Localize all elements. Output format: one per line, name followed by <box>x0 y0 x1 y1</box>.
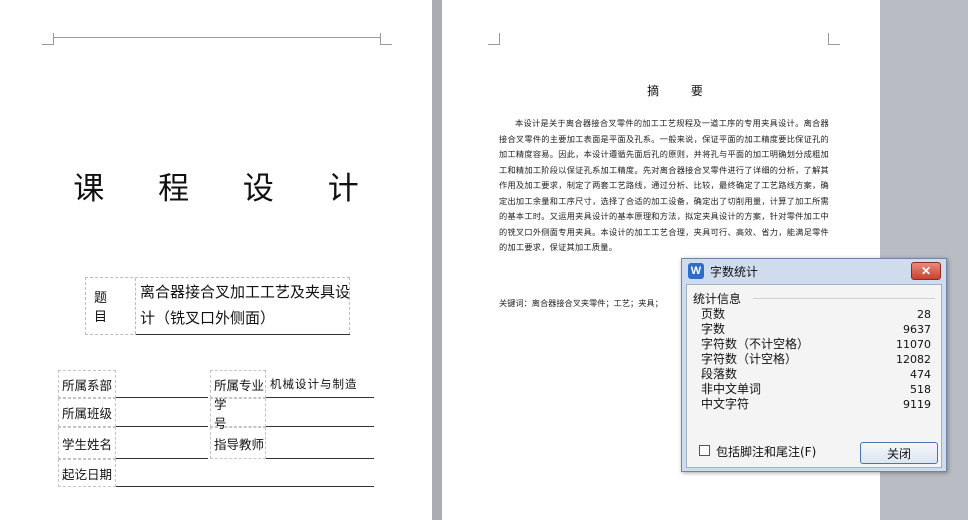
stat-row-chars-no-space: 字符数（不计空格） 11070 <box>701 337 931 352</box>
word-count-dialog: W 字数统计 ✕ 统计信息 页数 28 字数 9637 字符数（不计空格） 11… <box>681 258 947 472</box>
date-label: 起讫日期 <box>58 459 116 487</box>
stat-value: 12082 <box>896 353 931 366</box>
major-value: 机械设计与制造 <box>266 370 374 398</box>
dialog-body: 统计信息 页数 28 字数 9637 字符数（不计空格） 11070 字符数（计… <box>686 284 942 468</box>
close-button[interactable]: 关闭 <box>860 442 938 464</box>
include-footnotes-label[interactable]: 包括脚注和尾注(F) <box>716 443 816 460</box>
dialog-titlebar[interactable]: W 字数统计 ✕ <box>682 259 946 283</box>
stat-value: 518 <box>910 383 931 396</box>
name-label: 学生姓名 <box>58 427 116 459</box>
stat-name: 字符数（不计空格） <box>701 337 810 351</box>
stat-name: 字数 <box>701 322 726 336</box>
crop-mark-top-left <box>488 33 500 45</box>
abstract-title: 摘 要 <box>647 84 717 98</box>
include-footnotes-checkbox[interactable] <box>699 445 710 456</box>
stat-value: 474 <box>910 368 931 381</box>
page-gap <box>432 0 442 520</box>
abstract-body: 本设计是关于离合器接合叉零件的加工工艺规程及一道工序的专用夹具设计。离合器接合叉… <box>499 118 829 252</box>
topic-table: 题 目 离合器接合叉加工工艺及夹具设计（铣叉口外侧面） <box>85 277 350 335</box>
group-divider <box>753 298 935 299</box>
name-value <box>116 427 208 459</box>
stat-row-chars-with-space: 字符数（计空格） 12082 <box>701 352 931 367</box>
date-value <box>116 459 374 487</box>
stat-name: 页数 <box>701 307 726 321</box>
dept-value <box>116 370 208 398</box>
stat-row-chinese-chars: 中文字符 9119 <box>701 397 931 412</box>
advisor-value <box>266 427 374 459</box>
stat-name: 字符数（计空格） <box>701 352 798 366</box>
class-label: 所属班级 <box>58 398 116 427</box>
stat-row-non-chinese-words: 非中文单词 518 <box>701 382 931 397</box>
stat-row-paragraphs: 段落数 474 <box>701 367 931 382</box>
stat-value: 9637 <box>903 323 931 336</box>
cover-title: 课 程 设 计 <box>73 171 381 207</box>
stat-value: 11070 <box>896 338 931 351</box>
header-line <box>54 37 381 38</box>
stat-row-pages: 页数 28 <box>701 307 931 322</box>
stat-value: 9119 <box>903 398 931 411</box>
topic-label: 题 目 <box>86 278 136 334</box>
dept-label: 所属系部 <box>58 370 116 398</box>
document-page-cover[interactable]: 课 程 设 计 题 目 离合器接合叉加工工艺及夹具设计（铣叉口外侧面） 所属系部… <box>0 0 432 520</box>
topic-value: 离合器接合叉加工工艺及夹具设计（铣叉口外侧面） <box>140 283 351 327</box>
dialog-title: 字数统计 <box>710 264 759 279</box>
stat-name: 非中文单词 <box>701 382 762 396</box>
student-no-label: 学 号 <box>210 397 266 431</box>
student-no-value <box>266 398 374 427</box>
crop-mark-top-right <box>380 33 392 45</box>
topic-underline <box>136 334 350 335</box>
stat-value: 28 <box>917 308 931 321</box>
class-value <box>116 398 208 427</box>
stat-name: 中文字符 <box>701 397 750 411</box>
student-info-table: 所属系部 所属专业 机械设计与制造 所属班级 学 号 学生姓名 指导教师 起讫日… <box>58 370 376 487</box>
close-icon[interactable]: ✕ <box>911 262 941 280</box>
wps-logo-icon: W <box>688 263 704 279</box>
advisor-label: 指导教师 <box>210 427 266 459</box>
stats-group-label: 统计信息 <box>693 290 746 307</box>
crop-mark-top-right <box>828 33 840 45</box>
stat-name: 段落数 <box>701 367 738 381</box>
abstract-keywords: 关键词：离合器接合叉夹零件；工艺；夹具； <box>499 298 663 308</box>
crop-mark-top-left <box>42 33 54 45</box>
stat-row-words: 字数 9637 <box>701 322 931 337</box>
